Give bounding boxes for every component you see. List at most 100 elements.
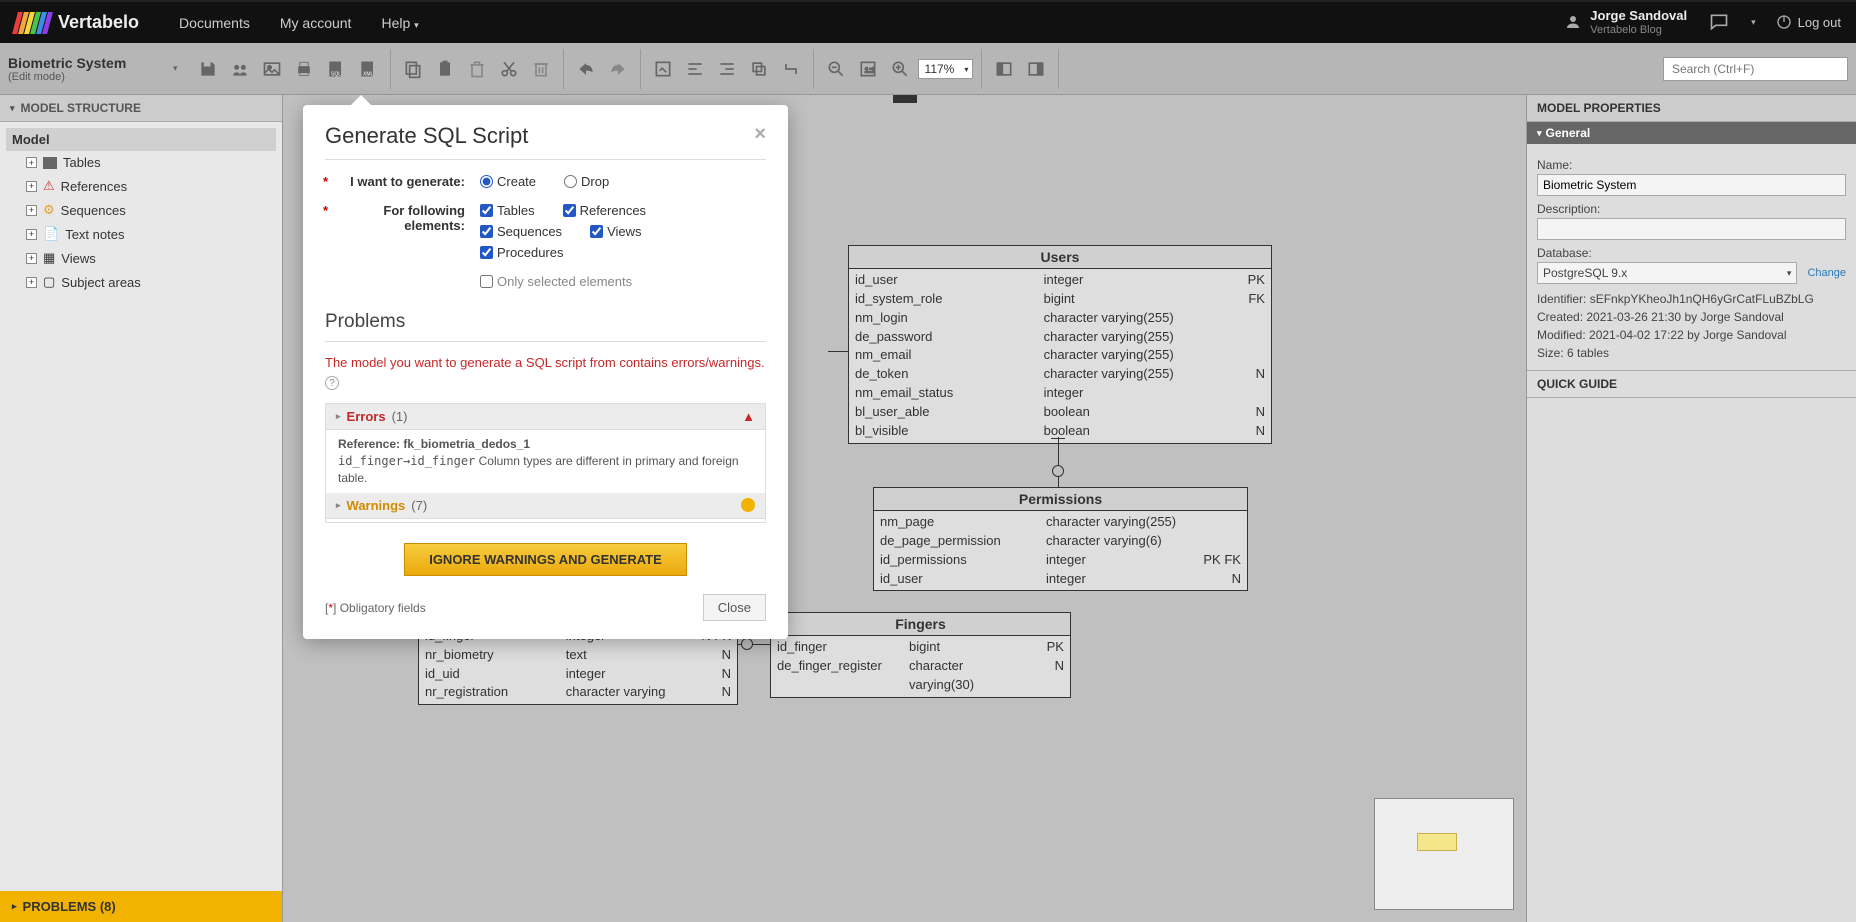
problems-bar[interactable]: ▸ PROBLEMS (8) xyxy=(0,891,282,922)
undo-icon[interactable] xyxy=(572,55,600,83)
tree-sequences[interactable]: +⚙Sequences xyxy=(6,198,276,222)
xml-icon[interactable]: XML xyxy=(354,55,382,83)
user-name: Jorge Sandoval xyxy=(1590,9,1687,23)
label-name: Name: xyxy=(1537,158,1846,172)
minimap[interactable] xyxy=(1374,798,1514,910)
label-generate: I want to generate: xyxy=(350,174,465,189)
obligatory-note: [*] Obligatory fields xyxy=(325,601,426,615)
dialog-title: Generate SQL Script xyxy=(325,123,528,149)
toolbar: Biometric System (Edit mode) ▾ SQL XML 1… xyxy=(0,43,1856,95)
nav-documents[interactable]: Documents xyxy=(179,15,250,31)
radio-create[interactable]: Create xyxy=(480,174,536,189)
error-detail: Reference: fk_biometria_dedos_1 id_finge… xyxy=(326,430,765,492)
label-desc: Description: xyxy=(1537,202,1846,216)
meta-identifier: Identifier: sEFnkpYKheoJh1nQH6yGrCatFLuB… xyxy=(1537,290,1846,308)
svg-text:SQL: SQL xyxy=(331,71,341,77)
quick-guide-header[interactable]: QUICK GUIDE xyxy=(1527,370,1856,398)
tree-root[interactable]: Model xyxy=(6,128,276,151)
chk-selected[interactable]: Only selected elements xyxy=(480,274,632,289)
er-table-users[interactable]: Users id_userintegerPKid_system_rolebigi… xyxy=(848,245,1272,444)
redo-icon[interactable] xyxy=(604,55,632,83)
user-sub: Vertabelo Blog xyxy=(1590,24,1687,36)
meta-modified: Modified: 2021-04-02 17:22 by Jorge Sand… xyxy=(1537,326,1846,344)
nav-help[interactable]: Help ▾ xyxy=(381,15,418,31)
logo[interactable]: Vertabelo xyxy=(15,12,139,34)
chk-procedures[interactable]: Procedures xyxy=(480,245,563,260)
image-icon[interactable] xyxy=(258,55,286,83)
sql-icon[interactable]: SQL xyxy=(322,55,350,83)
delete-icon[interactable] xyxy=(527,55,555,83)
connector-icon[interactable] xyxy=(777,55,805,83)
rel-circle xyxy=(1052,465,1064,477)
zoom-select[interactable]: 117% ▾ xyxy=(918,59,974,79)
chk-tables[interactable]: Tables xyxy=(480,203,535,218)
problems-heading: Problems xyxy=(325,311,766,342)
select-db[interactable]: PostgreSQL 9.x▾ xyxy=(1537,262,1797,284)
panel-left-icon[interactable] xyxy=(990,55,1018,83)
tree-textnotes[interactable]: +📄Text notes xyxy=(6,222,276,246)
input-name[interactable] xyxy=(1537,174,1846,196)
zoom-out-icon[interactable] xyxy=(822,55,850,83)
label-elements: For following elements: xyxy=(383,203,465,233)
nav-account[interactable]: My account xyxy=(280,15,352,31)
svg-text:1:1: 1:1 xyxy=(864,65,874,74)
model-structure-header[interactable]: ▾ MODEL STRUCTURE xyxy=(0,95,282,122)
app-header: Vertabelo Documents My account Help ▾ Jo… xyxy=(0,0,1856,43)
cut-icon[interactable] xyxy=(495,55,523,83)
generate-sql-dialog: Generate SQL Script × *I want to generat… xyxy=(303,105,788,639)
chk-sequences[interactable]: Sequences xyxy=(480,224,562,239)
warnings-header[interactable]: ▸ Warnings (7) xyxy=(326,493,765,519)
zoom-in-icon[interactable] xyxy=(886,55,914,83)
share-icon[interactable] xyxy=(226,55,254,83)
trash-icon[interactable] xyxy=(463,55,491,83)
search-input[interactable] xyxy=(1663,57,1848,81)
radio-drop[interactable]: Drop xyxy=(564,174,609,189)
input-desc[interactable] xyxy=(1537,218,1846,240)
meta-created: Created: 2021-03-26 21:30 by Jorge Sando… xyxy=(1537,308,1846,326)
layer-icon[interactable] xyxy=(745,55,773,83)
er-table-permissions[interactable]: Permissions nm_pagecharacter varying(255… xyxy=(873,487,1248,591)
edit-square-icon[interactable] xyxy=(649,55,677,83)
warning-detail: Sequence: public.apenados_cd_apenados_se… xyxy=(326,519,765,524)
tree-tables[interactable]: +Tables xyxy=(6,151,276,174)
right-panel: MODEL PROPERTIES ▾General Name: Descript… xyxy=(1526,95,1856,922)
align-right-icon[interactable] xyxy=(713,55,741,83)
search-box xyxy=(1663,57,1848,81)
svg-text:XML: XML xyxy=(363,71,374,77)
panel-right-icon[interactable] xyxy=(1022,55,1050,83)
save-icon[interactable] xyxy=(194,55,222,83)
copy-icon[interactable] xyxy=(399,55,427,83)
chat-icon[interactable] xyxy=(1707,12,1731,32)
dialog-close-x[interactable]: × xyxy=(754,123,766,149)
tree-references[interactable]: +⚠References xyxy=(6,174,276,198)
doc-dropdown[interactable]: ▾ xyxy=(173,63,178,74)
tree-views[interactable]: +▦Views xyxy=(6,246,276,270)
er-table-fingers[interactable]: Fingers id_fingerbigintPKde_finger_regis… xyxy=(770,612,1071,698)
errors-header[interactable]: ▸ Errors (1) ▲ xyxy=(326,404,765,430)
rel-users-permissions xyxy=(1058,437,1059,487)
print-icon[interactable] xyxy=(290,55,318,83)
model-properties-header: MODEL PROPERTIES xyxy=(1527,95,1856,122)
power-icon xyxy=(1776,14,1792,30)
tree-subject[interactable]: +▢Subject areas xyxy=(6,270,276,294)
generate-button[interactable]: IGNORE WARNINGS AND GENERATE xyxy=(404,543,687,576)
chk-views[interactable]: Views xyxy=(590,224,641,239)
section-general[interactable]: ▾General xyxy=(1527,122,1856,144)
paste-icon[interactable] xyxy=(431,55,459,83)
problems-list: ▸ Errors (1) ▲ Reference: fk_biometria_d… xyxy=(325,403,766,523)
collapse-handle-top[interactable] xyxy=(893,95,917,103)
problems-message: The model you want to generate a SQL scr… xyxy=(325,354,766,391)
close-button[interactable]: Close xyxy=(703,594,766,621)
align-left-icon[interactable] xyxy=(681,55,709,83)
doc-title: Biometric System xyxy=(8,55,158,71)
change-db-link[interactable]: Change xyxy=(1807,267,1846,279)
zoom-fit-icon[interactable]: 1:1 xyxy=(854,55,882,83)
user-icon xyxy=(1564,13,1582,31)
meta-size: Size: 6 tables xyxy=(1537,344,1846,362)
logout[interactable]: Log out xyxy=(1776,14,1841,30)
model-tree: Model +Tables +⚠References +⚙Sequences +… xyxy=(0,122,282,922)
user-block[interactable]: Jorge Sandoval Vertabelo Blog xyxy=(1564,9,1687,35)
chk-references[interactable]: References xyxy=(563,203,646,218)
left-panel: ▾ MODEL STRUCTURE Model +Tables +⚠Refere… xyxy=(0,95,283,922)
label-db: Database: xyxy=(1537,246,1846,260)
